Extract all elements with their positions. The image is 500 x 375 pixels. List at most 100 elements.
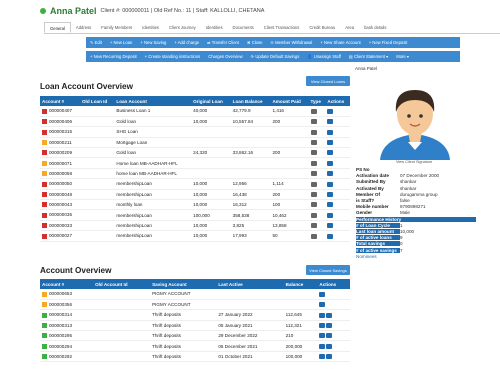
table-row[interactable]: 000000209 Gold loan 24,320 33,862.16 200 [40,147,350,159]
account-cell[interactable]: 000000209 [40,147,80,159]
toolbar2-button-4[interactable]: 👤 Unassign Staff [303,54,345,60]
account-cell[interactable]: 000000653 [40,289,94,300]
view-closed-savings-button[interactable]: View Closed Savings [306,265,350,275]
account-cell[interactable]: 000000071 [40,157,80,169]
toolbar2-button-2[interactable]: Charges Overview [204,54,246,59]
table-row[interactable]: 000000315 SHG Loan [40,126,350,138]
tab-5[interactable]: Identities [201,22,228,33]
loan-col-header[interactable]: Type [308,96,326,106]
table-row[interactable]: 000000407 Business Loan 1 40,000 42,779.9 1,… [40,106,350,117]
withdraw-icon[interactable] [326,343,333,349]
account-cell[interactable]: 000000356 [40,299,94,311]
repay-icon[interactable] [327,160,334,166]
account-cell[interactable]: 000000033 [40,220,80,232]
toolbar1-button-3[interactable]: + Add charge [170,40,203,45]
loan-col-header[interactable]: Old Loan Id [79,96,115,106]
toolbar1-button-7[interactable]: + New Share Account [316,40,364,45]
account-cell[interactable]: 000000313 [40,320,94,332]
toolbar1-button-8[interactable]: + New Fixed Deposit [365,40,412,45]
table-row[interactable]: 000000313 Thrift deposits 05 January 2021 1… [40,320,350,332]
tab-7[interactable]: Client Transactions [259,22,305,33]
account-cell[interactable]: 000000048 [40,189,80,201]
withdraw-icon[interactable] [326,312,333,318]
tab-8[interactable]: Credit Bureau [304,22,340,33]
repay-icon[interactable] [327,181,334,187]
savings-col-header[interactable]: Last Active [216,279,284,289]
loan-col-header[interactable]: Loan Account [114,96,192,106]
account-number[interactable]: 000000313 [49,323,72,328]
deposit-icon[interactable] [319,312,326,318]
withdraw-icon[interactable] [326,333,333,339]
toolbar1-button-5[interactable]: ✖ Close [243,40,266,45]
approve-icon[interactable] [319,302,326,308]
account-number[interactable]: 000000048 [49,192,72,197]
repay-icon[interactable] [327,233,334,239]
account-cell[interactable]: 000000315 [40,126,80,138]
table-row[interactable]: 000000071 Home loan MB-AADHAR-HFL [40,157,350,169]
withdraw-icon[interactable] [326,354,333,360]
table-row[interactable]: 000000050 membershipLoan 10,000 12,956 1,114 [40,178,350,190]
account-cell[interactable]: 000000050 [40,178,80,190]
tab-3[interactable]: Identities [137,22,164,33]
toolbar1-button-6[interactable]: ⊖ Member Withdrawal [266,40,316,45]
account-cell[interactable]: 000000035 [40,209,80,221]
repay-icon[interactable] [327,171,334,177]
account-number[interactable]: 000000043 [49,202,72,207]
loan-col-header[interactable]: Amount Paid [270,96,309,106]
account-number[interactable]: 000000356 [49,302,72,307]
savings-col-header[interactable]: Old Account Id [93,279,151,289]
account-number[interactable]: 000000209 [49,150,72,155]
loan-col-header[interactable]: Account # [40,96,80,106]
tab-10[interactable]: bank details [359,22,391,33]
toolbar1-button-0[interactable]: ✎ Edit [86,40,106,45]
account-number[interactable]: 000000653 [49,291,72,296]
loan-col-header[interactable]: Actions [325,96,350,106]
account-number[interactable]: 000000406 [49,119,72,124]
toolbar2-button-0[interactable]: + New Recurring Deposit [86,54,141,59]
repay-icon[interactable] [327,108,334,114]
tab-0[interactable]: General [44,22,71,33]
deposit-icon[interactable] [319,333,326,339]
toolbar1-button-2[interactable]: + New Saving [136,40,170,45]
nominees-link[interactable]: Nominees [356,254,476,259]
deposit-icon[interactable] [319,343,326,349]
account-number[interactable]: 000000071 [49,161,72,166]
table-row[interactable]: 000000033 membershipLoan 10,000 3,825 13,858 [40,220,350,232]
account-number[interactable]: 000000027 [49,233,72,238]
account-number[interactable]: 000000315 [49,129,72,134]
tab-4[interactable]: Client Journey [164,22,201,33]
account-cell[interactable]: 000000211 [40,137,80,149]
account-cell[interactable]: 000000295 [40,330,94,342]
tab-1[interactable]: Address [71,22,96,33]
toolbar1-button-4[interactable]: ⇄ Transfer Client [203,40,243,45]
table-row[interactable]: 000000356 PIGMY ACCOUNT [40,299,350,311]
account-number[interactable]: 000000407 [49,108,72,113]
table-row[interactable]: 000000314 Thrift deposits 27 January 2022 1… [40,309,350,321]
repay-icon[interactable] [327,212,334,218]
account-cell[interactable]: 000000406 [40,116,80,128]
savings-col-header[interactable]: Saving Account [150,279,217,289]
repay-icon[interactable] [327,223,334,229]
account-cell[interactable]: 000000294 [40,340,94,352]
table-row[interactable]: 000000294 Thrift deposits 05 December 2021… [40,340,350,352]
toolbar2-button-1[interactable]: + Create standing instructions [141,54,205,59]
account-cell[interactable]: 000000314 [40,309,94,321]
repay-icon[interactable] [327,119,334,125]
account-number[interactable]: 000000035 [49,212,72,217]
table-row[interactable]: 000000048 membershipLoan 10,000 16,438 200 [40,189,350,201]
table-row[interactable]: 000000035 membershipLoan 100,000 358,538 10,… [40,209,350,221]
account-number[interactable]: 000000033 [49,223,72,228]
savings-col-header[interactable]: Account # [40,279,94,289]
table-row[interactable]: 000000211 Mortgage Loan [40,137,350,149]
table-row[interactable]: 000000292 Thrift deposits 01 October 2021 1… [40,351,350,363]
account-number[interactable]: 000000314 [49,312,72,317]
view-closed-loans-button[interactable]: View Closed Loans [306,76,350,86]
account-number[interactable]: 000000058 [49,171,72,176]
tab-9[interactable]: Area [340,22,359,33]
table-row[interactable]: 000000406 Gold loan 10,000 10,557.84 200 [40,116,350,128]
repay-icon[interactable] [327,202,334,208]
account-number[interactable]: 000000294 [49,344,72,349]
repay-icon[interactable] [327,150,334,156]
deposit-icon[interactable] [319,354,326,360]
account-number[interactable]: 000000050 [49,181,72,186]
